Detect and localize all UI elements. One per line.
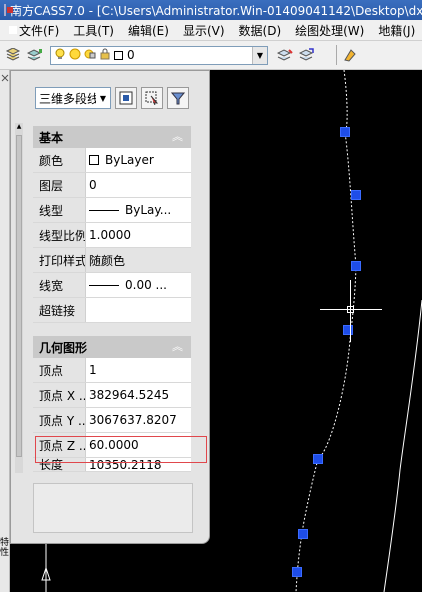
object-type-value: 三维多段线 (39, 91, 100, 106)
grip-point[interactable] (298, 529, 308, 539)
prop-value[interactable]: ByLay... (85, 198, 191, 222)
section-geometry-title-text: 几何图形 (39, 340, 88, 355)
prop-row-lineweight[interactable]: 线宽 0.00 ... (33, 273, 191, 298)
menu-edit[interactable]: 编辑(E) (121, 22, 176, 39)
prop-value-text: ByLay... (125, 203, 172, 217)
app-icon (4, 4, 13, 16)
menu-drawing[interactable]: 绘图处理(W) (288, 22, 371, 39)
prop-value[interactable]: 382964.5245 (85, 383, 191, 407)
grip-point[interactable] (292, 567, 302, 577)
section-basic-title[interactable]: 基本 ︽ (33, 126, 191, 148)
menu-file[interactable]: 文件(F) (12, 22, 66, 39)
chevron-down-icon[interactable]: ▼ (96, 88, 110, 108)
highlight-annotation-box (35, 436, 207, 463)
section-geometry-title[interactable]: 几何图形 ︽ (33, 336, 191, 358)
sun-icon (69, 48, 81, 63)
description-box (33, 483, 193, 533)
select-objects-button[interactable] (141, 87, 163, 109)
linetype-sample (89, 209, 119, 211)
pin-icon[interactable] (1, 74, 9, 82)
menu-tools[interactable]: 工具(T) (66, 22, 121, 39)
palette-header: 三维多段线 ▼ (35, 87, 189, 109)
polyline-solid (383, 299, 422, 592)
prop-row-hyperlink[interactable]: 超链接 (33, 298, 191, 323)
prop-row-linetype-scale[interactable]: 线型比例 1.0000 (33, 223, 191, 248)
toolbar-separator (336, 45, 337, 65)
object-type-select[interactable]: 三维多段线 ▼ (35, 87, 111, 109)
layer-manager-icon[interactable] (4, 46, 22, 64)
palette-scrollbar[interactable]: ▲ (15, 123, 23, 473)
prop-value[interactable] (85, 298, 191, 322)
scroll-thumb[interactable] (16, 135, 22, 457)
prop-row-vertex-y[interactable]: 顶点 Y ... 3067637.8207 (33, 408, 191, 433)
layer-toolbar: 0 ▼ (0, 41, 422, 70)
prop-row-layer[interactable]: 图层 0 (33, 173, 191, 198)
prop-value[interactable]: 0 (85, 173, 191, 197)
prop-name: 图层 (33, 173, 85, 197)
menu-view[interactable]: 显示(V) (176, 22, 232, 39)
ucs-icon (41, 540, 51, 592)
lineweight-sample (89, 284, 119, 286)
prop-name: 顶点 Y ... (33, 408, 85, 432)
layer-color-swatch (114, 50, 123, 60)
prop-name: 打印样式 (33, 248, 85, 272)
title-bar: 南方CASS7.0 - [C:\Users\Administrator.Win-… (0, 0, 422, 20)
pickadd-icon (119, 91, 133, 105)
collapse-chevron-icon[interactable]: ︽ (172, 338, 183, 354)
prop-value[interactable]: ByLayer (85, 148, 191, 172)
palette-edge-label: 特性 (0, 538, 10, 558)
layer-combo[interactable]: 0 ▼ (50, 45, 268, 65)
prop-row-linetype[interactable]: 线型 ByLay... (33, 198, 191, 223)
prop-value: 随颜色 (85, 248, 191, 272)
viewport-freeze-icon (84, 48, 96, 63)
menu-data[interactable]: 数据(D) (232, 22, 289, 39)
select-cursor-icon (145, 91, 159, 105)
prop-row-color[interactable]: 颜色 ByLayer (33, 148, 191, 173)
prop-row-vertex-x[interactable]: 顶点 X ... 382964.5245 (33, 383, 191, 408)
lightbulb-icon (54, 48, 66, 63)
prop-value-text: ByLayer (105, 153, 154, 167)
prop-row-plot-style[interactable]: 打印样式 随颜色 (33, 248, 191, 273)
prop-name: 超链接 (33, 298, 85, 322)
grip-point[interactable] (313, 454, 323, 464)
prop-name: 线型 (33, 198, 85, 222)
section-basic: 基本 ︽ 颜色 ByLayer 图层 0 线型 ByLay... 线型比例 1.… (33, 126, 191, 323)
scroll-up-icon[interactable]: ▲ (15, 123, 23, 131)
chevron-down-icon[interactable]: ▼ (252, 46, 267, 64)
collapse-chevron-icon[interactable]: ︽ (172, 128, 183, 144)
pickbox (347, 306, 354, 313)
menu-bar: 文件(F) 工具(T) 编辑(E) 显示(V) 数据(D) 绘图处理(W) 地籍… (0, 20, 422, 41)
prop-name: 线宽 (33, 273, 85, 297)
menu-cadastre[interactable]: 地籍(J) (371, 22, 422, 39)
lock-icon (99, 48, 111, 63)
prop-value[interactable]: 3067637.8207 (85, 408, 191, 432)
prop-value-text: 0.00 ... (125, 278, 167, 292)
palette-edge-strip[interactable]: 特性 (0, 70, 10, 592)
prop-value[interactable]: 0.00 ... (85, 273, 191, 297)
prop-name: 顶点 (33, 358, 85, 382)
properties-palette: 三维多段线 ▼ ▲ 基本 ︽ 颜色 ByLayer 图层 0 线型 ByLay.… (10, 70, 210, 544)
prop-name: 线型比例 (33, 223, 85, 247)
grip-point[interactable] (351, 261, 361, 271)
prop-name: 顶点 X ... (33, 383, 85, 407)
quick-select-button[interactable] (167, 87, 189, 109)
prop-value[interactable]: 1 (85, 358, 191, 382)
toggle-pickadd-button[interactable] (115, 87, 137, 109)
prop-value[interactable]: 1.0000 (85, 223, 191, 247)
prop-name: 颜色 (33, 148, 85, 172)
color-control-icon[interactable] (341, 46, 359, 64)
layer-name: 0 (127, 48, 135, 62)
layer-states-icon[interactable] (26, 46, 44, 64)
window-title: 南方CASS7.0 - [C:\Users\Administrator.Win-… (10, 3, 422, 18)
color-swatch (89, 155, 99, 165)
funnel-icon (171, 92, 185, 105)
section-basic-title-text: 基本 (39, 130, 64, 145)
layer-previous-icon[interactable] (298, 46, 316, 64)
grip-point[interactable] (343, 325, 353, 335)
prop-row-vertex[interactable]: 顶点 1 (33, 358, 191, 383)
make-current-layer-icon[interactable] (276, 46, 294, 64)
grip-point[interactable] (340, 127, 350, 137)
grip-point[interactable] (351, 190, 361, 200)
